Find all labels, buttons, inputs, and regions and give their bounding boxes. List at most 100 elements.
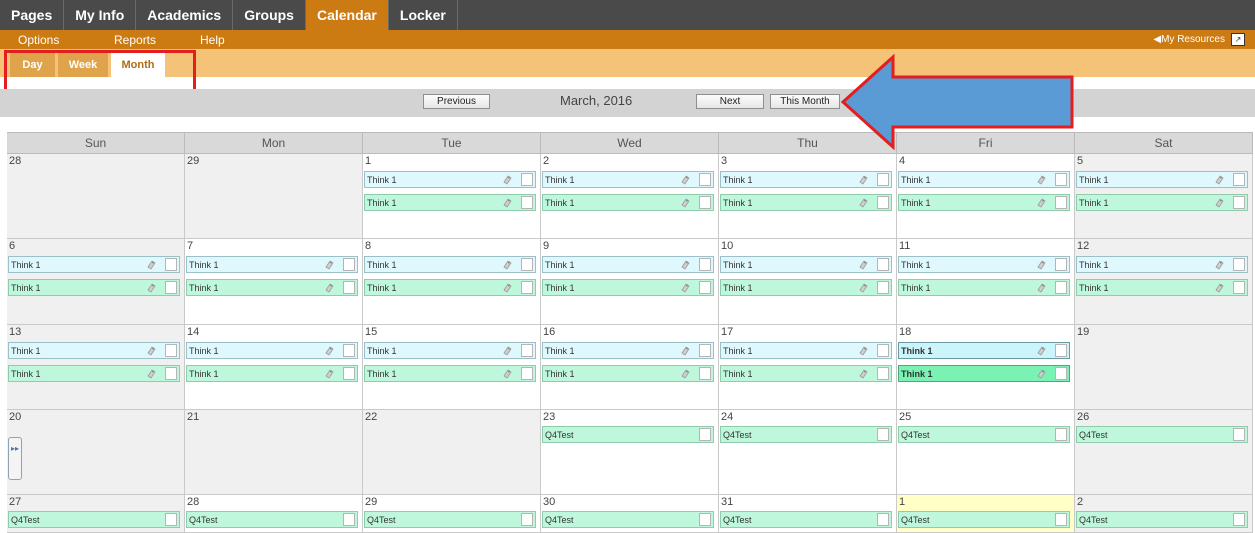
day-number[interactable]: 2: [1077, 496, 1083, 508]
day-number[interactable]: 1: [365, 155, 371, 167]
day-number[interactable]: 28: [187, 496, 199, 508]
event-label[interactable]: Think 1: [367, 260, 397, 270]
pin-icon[interactable]: [502, 259, 513, 270]
event-checkbox[interactable]: [699, 281, 711, 294]
event-label[interactable]: Think 1: [367, 369, 397, 379]
day-cell[interactable]: 27 Q4Test: [7, 495, 185, 533]
event-label[interactable]: Think 1: [189, 369, 219, 379]
event-label[interactable]: Think 1: [723, 369, 753, 379]
day-number[interactable]: 18: [899, 326, 911, 338]
calendar-event[interactable]: Think 1: [364, 342, 536, 359]
day-cell[interactable]: 10 Think 1 Think 1: [719, 239, 897, 325]
pin-icon[interactable]: [858, 259, 869, 270]
calendar-event[interactable]: Think 1: [1076, 194, 1248, 211]
day-cell[interactable]: 29: [185, 154, 363, 239]
event-label[interactable]: Think 1: [545, 175, 575, 185]
event-label[interactable]: Think 1: [11, 260, 41, 270]
event-checkbox[interactable]: [343, 281, 355, 294]
event-checkbox[interactable]: [1233, 196, 1245, 209]
day-cell[interactable]: 3 Think 1 Think 1: [719, 154, 897, 239]
day-number[interactable]: 12: [1077, 240, 1089, 252]
calendar-event[interactable]: Think 1: [542, 279, 714, 296]
event-checkbox[interactable]: [165, 513, 177, 526]
event-label[interactable]: Think 1: [11, 346, 41, 356]
previous-button[interactable]: Previous: [423, 94, 490, 109]
event-checkbox[interactable]: [1055, 196, 1067, 209]
calendar-event[interactable]: Think 1: [186, 365, 358, 382]
event-label[interactable]: Think 1: [1079, 260, 1109, 270]
calendar-event[interactable]: Think 1: [8, 365, 180, 382]
pin-icon[interactable]: [324, 282, 335, 293]
tab-pages[interactable]: Pages: [0, 0, 65, 30]
pin-icon[interactable]: [1036, 368, 1047, 379]
day-number[interactable]: 10: [721, 240, 733, 252]
day-cell[interactable]: 1 Think 1 Think 1: [363, 154, 541, 239]
calendar-event[interactable]: Think 1: [542, 256, 714, 273]
event-label[interactable]: Think 1: [723, 346, 753, 356]
this-month-button[interactable]: This Month: [770, 94, 840, 109]
day-cell[interactable]: 7 Think 1 Think 1: [185, 239, 363, 325]
event-label[interactable]: Q4Test: [545, 515, 574, 525]
event-checkbox[interactable]: [165, 281, 177, 294]
event-label[interactable]: Think 1: [367, 198, 397, 208]
day-cell[interactable]: 20: [7, 410, 185, 495]
event-label[interactable]: Think 1: [901, 346, 933, 356]
day-cell[interactable]: 28: [7, 154, 185, 239]
calendar-event[interactable]: Think 1: [364, 194, 536, 211]
event-label[interactable]: Think 1: [545, 369, 575, 379]
calendar-event[interactable]: Q4Test: [542, 426, 714, 443]
event-label[interactable]: Think 1: [901, 283, 931, 293]
day-number[interactable]: 5: [1077, 155, 1083, 167]
day-cell[interactable]: 17 Think 1 Think 1: [719, 325, 897, 410]
calendar-event[interactable]: Think 1: [1076, 279, 1248, 296]
day-number[interactable]: 29: [187, 155, 199, 167]
calendar-event[interactable]: Think 1: [8, 279, 180, 296]
calendar-event[interactable]: Think 1: [186, 256, 358, 273]
day-cell[interactable]: 2 Q4Test: [1075, 495, 1253, 533]
event-checkbox[interactable]: [1055, 367, 1067, 380]
pin-icon[interactable]: [324, 345, 335, 356]
event-checkbox[interactable]: [343, 344, 355, 357]
day-cell[interactable]: 28 Q4Test: [185, 495, 363, 533]
day-number[interactable]: 19: [1077, 326, 1089, 338]
day-number[interactable]: 3: [721, 155, 727, 167]
event-checkbox[interactable]: [1233, 173, 1245, 186]
event-label[interactable]: Think 1: [189, 346, 219, 356]
calendar-event[interactable]: Think 1: [898, 365, 1070, 382]
event-label[interactable]: Think 1: [367, 346, 397, 356]
pin-icon[interactable]: [502, 197, 513, 208]
pin-icon[interactable]: [502, 174, 513, 185]
pin-icon[interactable]: [1214, 197, 1225, 208]
event-label[interactable]: Q4Test: [723, 515, 752, 525]
day-number[interactable]: 30: [543, 496, 555, 508]
day-number[interactable]: 21: [187, 411, 199, 423]
day-number[interactable]: 22: [365, 411, 377, 423]
calendar-event[interactable]: Q4Test: [720, 426, 892, 443]
day-cell[interactable]: 14 Think 1 Think 1: [185, 325, 363, 410]
day-number[interactable]: 13: [9, 326, 21, 338]
day-cell[interactable]: 26 Q4Test: [1075, 410, 1253, 495]
pin-icon[interactable]: [680, 197, 691, 208]
calendar-event[interactable]: Q4Test: [1076, 426, 1248, 443]
event-checkbox[interactable]: [877, 173, 889, 186]
tab-locker[interactable]: Locker: [389, 0, 458, 30]
calendar-event[interactable]: Think 1: [898, 171, 1070, 188]
day-number[interactable]: 31: [721, 496, 733, 508]
day-number[interactable]: 23: [543, 411, 555, 423]
event-label[interactable]: Think 1: [545, 346, 575, 356]
event-checkbox[interactable]: [877, 281, 889, 294]
day-cell[interactable]: 21: [185, 410, 363, 495]
pin-icon[interactable]: [680, 282, 691, 293]
pin-icon[interactable]: [1036, 174, 1047, 185]
calendar-event[interactable]: Q4Test: [898, 511, 1070, 528]
calendar-event[interactable]: Q4Test: [364, 511, 536, 528]
event-label[interactable]: Q4Test: [189, 515, 218, 525]
day-cell[interactable]: 24 Q4Test: [719, 410, 897, 495]
event-checkbox[interactable]: [165, 258, 177, 271]
pin-icon[interactable]: [324, 259, 335, 270]
day-number[interactable]: 4: [899, 155, 905, 167]
event-checkbox[interactable]: [1233, 428, 1245, 441]
calendar-event[interactable]: Think 1: [8, 256, 180, 273]
day-cell[interactable]: 19: [1075, 325, 1253, 410]
event-label[interactable]: Think 1: [11, 369, 41, 379]
